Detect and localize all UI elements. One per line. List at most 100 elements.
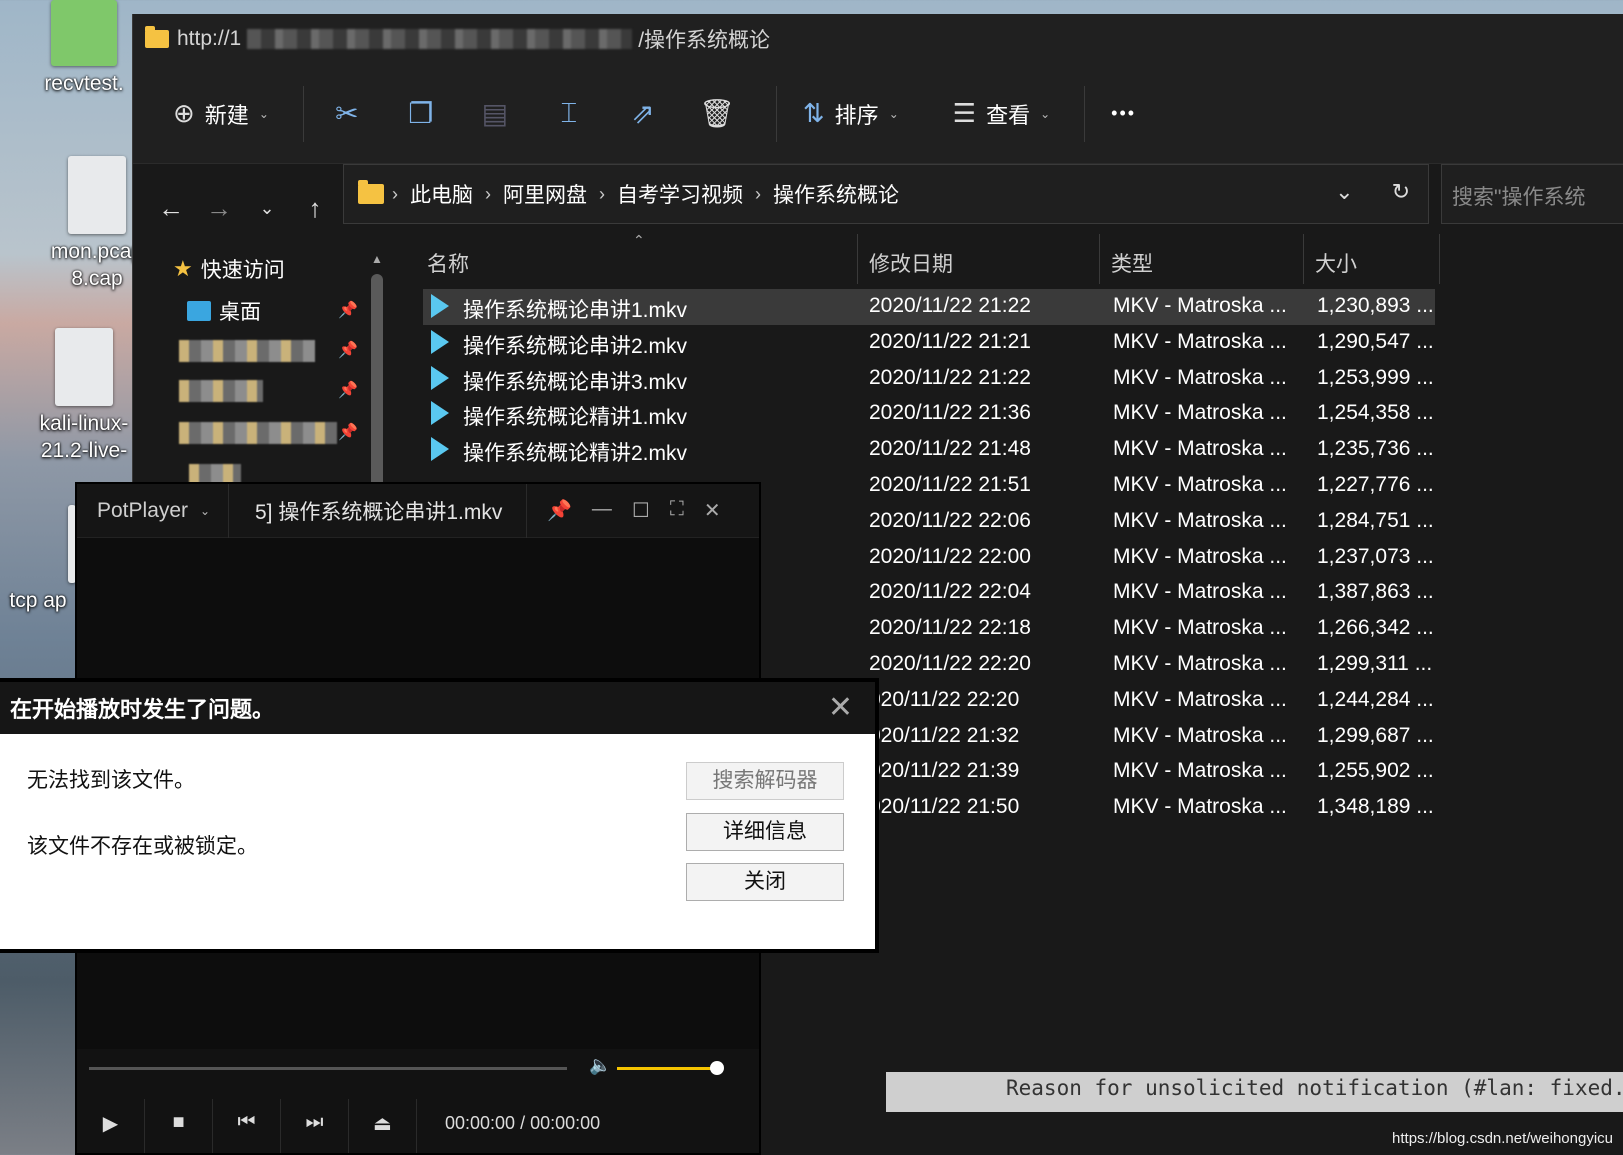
column-header-name[interactable]: 名称 xyxy=(427,248,469,278)
search-input[interactable]: 搜索"操作系统 xyxy=(1441,164,1623,224)
file-row[interactable]: 操作系统概论串讲3.mkv 2020/11/22 21:22 MKV - Matro… xyxy=(423,361,1435,397)
file-size: 1,266,342 ... xyxy=(1317,616,1434,640)
file-size: 1,387,863 ... xyxy=(1317,580,1434,604)
play-icon[interactable]: ▶ xyxy=(77,1099,145,1153)
maximize-icon[interactable]: ☐ xyxy=(632,498,650,523)
volume-slider[interactable] xyxy=(617,1067,717,1070)
file-size: 1,230,893 ... xyxy=(1317,294,1434,317)
dialog-header: 在开始播放时发生了问题。 ✕ xyxy=(0,682,875,734)
column-header-type[interactable]: 类型 xyxy=(1111,248,1153,278)
file-date: 2020/11/22 21:48 xyxy=(869,437,1031,461)
file-size: 1,284,751 ... xyxy=(1317,508,1434,532)
scrollbar-thumb[interactable] xyxy=(371,274,383,514)
more-options-button[interactable]: ••• xyxy=(1099,86,1148,142)
breadcrumb-item[interactable]: 阿里网盘 xyxy=(503,179,587,209)
file-date: 2020/11/22 21:22 xyxy=(869,365,1031,389)
title-prefix: http://1 xyxy=(177,27,242,50)
sidebar-item-quick-access[interactable]: ★ 快速访问 xyxy=(173,254,285,284)
sidebar-item-redacted[interactable] xyxy=(179,380,263,402)
file-size: 1,290,547 ... xyxy=(1317,329,1434,353)
chevron-down-icon: ⌄ xyxy=(888,106,899,121)
file-size: 1,253,999 ... xyxy=(1317,365,1434,389)
eject-icon[interactable]: ⏏ xyxy=(349,1099,417,1153)
desktop-icon-tcp[interactable]: tcp ap xyxy=(0,505,76,614)
divider xyxy=(775,85,777,142)
breadcrumb-item[interactable]: 自考学习视频 xyxy=(617,179,743,209)
breadcrumb-item[interactable]: 此电脑 xyxy=(410,179,473,209)
scroll-up-icon[interactable]: ▲ xyxy=(371,252,383,266)
file-type: MKV - Matroska ... xyxy=(1113,294,1287,317)
previous-icon[interactable]: ⏮ xyxy=(213,1099,281,1153)
cut-icon[interactable]: ✂ xyxy=(318,86,376,142)
column-divider[interactable] xyxy=(1099,234,1100,284)
file-row[interactable]: 操作系统概论精讲1.mkv 2020/11/22 21:36 MKV - Matro… xyxy=(423,396,1435,432)
view-button[interactable]: ☰ 查看 ⌄ xyxy=(941,86,1062,142)
breadcrumb-separator: › xyxy=(392,183,398,204)
up-icon[interactable]: ↑ xyxy=(291,193,339,224)
refresh-icon[interactable]: ↻ xyxy=(1392,179,1410,205)
mkv-file-icon xyxy=(431,437,449,462)
file-row[interactable]: 操作系统概论串讲2.mkv 2020/11/22 21:21 MKV - Matro… xyxy=(423,325,1435,361)
desktop-icon-label: kali-linux- 21.2-live- xyxy=(39,412,129,462)
playback-buttons: ▶ ■ ⏮ ⏭ ⏏ xyxy=(77,1099,417,1153)
file-type: MKV - Matroska ... xyxy=(1113,508,1287,532)
copy-icon[interactable]: ❐ xyxy=(392,86,450,142)
mkv-file-icon xyxy=(431,401,449,426)
paste-icon[interactable]: ▤ xyxy=(466,86,524,142)
search-codec-button[interactable]: 搜索解码器 xyxy=(686,762,844,800)
potplayer-menu-button[interactable]: PotPlayer ⌄ xyxy=(77,483,229,538)
file-row[interactable]: 操作系统概论精讲2.mkv 2020/11/22 21:48 MKV - Matro… xyxy=(423,432,1435,468)
address-bar[interactable]: › 此电脑 › 阿里网盘 › 自考学习视频 › 操作系统概论 ⌄ ↻ xyxy=(343,164,1429,224)
close-button[interactable]: 关闭 xyxy=(686,863,844,901)
watermark: https://blog.csdn.net/weihongyicu xyxy=(1392,1130,1613,1147)
file-date: 2020/11/22 22:18 xyxy=(869,616,1031,640)
file-row[interactable]: 操作系统概论串讲1.mkv 2020/11/22 21:22 MKV - Matro… xyxy=(423,289,1435,325)
volume-icon[interactable]: 🔈 xyxy=(589,1055,611,1076)
sidebar-item-desktop[interactable]: 桌面 xyxy=(187,296,261,326)
pin-icon: 📌 xyxy=(338,342,358,359)
desktop-icon-recvtest[interactable]: recvtest. xyxy=(24,0,144,97)
desktop-icon-kali[interactable]: kali-linux- 21.2-live- xyxy=(24,328,144,464)
column-header-size[interactable]: 大小 xyxy=(1315,248,1357,278)
forward-icon[interactable]: → xyxy=(195,193,243,224)
file-type: MKV - Matroska ... xyxy=(1113,651,1287,675)
breadcrumb-item[interactable]: 操作系统概论 xyxy=(773,179,899,209)
divider xyxy=(302,85,304,142)
column-divider[interactable] xyxy=(1303,234,1304,284)
chevron-down-icon: ⌄ xyxy=(200,503,211,518)
divider xyxy=(1084,85,1086,142)
share-icon[interactable]: ⇗ xyxy=(614,86,672,142)
file-date: 2020/11/22 22:06 xyxy=(869,508,1031,532)
file-type: MKV - Matroska ... xyxy=(1113,759,1287,783)
minimize-icon[interactable]: — xyxy=(592,498,612,523)
close-icon[interactable]: ✕ xyxy=(828,690,853,725)
pin-icon[interactable]: 📌 xyxy=(547,498,572,523)
sidebar-scrollbar[interactable]: ▲ xyxy=(369,252,385,514)
chevron-down-icon: ⌄ xyxy=(1040,106,1051,121)
column-header-date[interactable]: 修改日期 xyxy=(869,248,953,278)
back-icon[interactable]: ← xyxy=(147,193,195,224)
recent-chevron-icon[interactable]: ⌄ xyxy=(243,198,291,219)
sort-button[interactable]: ⇅ 排序 ⌄ xyxy=(791,86,911,142)
disc-image-icon xyxy=(55,328,113,406)
breadcrumb-separator: › xyxy=(485,183,491,204)
seek-bar[interactable] xyxy=(89,1067,567,1070)
address-dropdown-icon[interactable]: ⌄ xyxy=(1335,179,1353,205)
details-button[interactable]: 详细信息 xyxy=(686,813,844,851)
fullscreen-icon[interactable]: ⛶ xyxy=(670,498,684,523)
new-label: 新建 xyxy=(204,102,249,128)
column-divider[interactable] xyxy=(857,234,858,284)
stop-icon[interactable]: ■ xyxy=(145,1099,213,1153)
pin-icon: 📌 xyxy=(338,424,358,441)
delete-icon[interactable]: 🗑 xyxy=(688,86,746,142)
new-button[interactable]: ⊕ 新建 ⌄ xyxy=(161,86,281,142)
file-date: 020/11/22 21:50 xyxy=(869,795,1020,819)
close-icon[interactable]: ✕ xyxy=(704,498,721,523)
folder-icon xyxy=(145,26,169,48)
next-icon[interactable]: ⏭ xyxy=(281,1099,349,1153)
rename-icon[interactable]: ⌶ xyxy=(540,86,598,142)
sidebar-item-redacted[interactable] xyxy=(179,340,315,362)
sidebar-item-redacted[interactable] xyxy=(179,422,337,444)
column-divider[interactable] xyxy=(1439,234,1440,284)
volume-knob[interactable] xyxy=(710,1061,724,1075)
